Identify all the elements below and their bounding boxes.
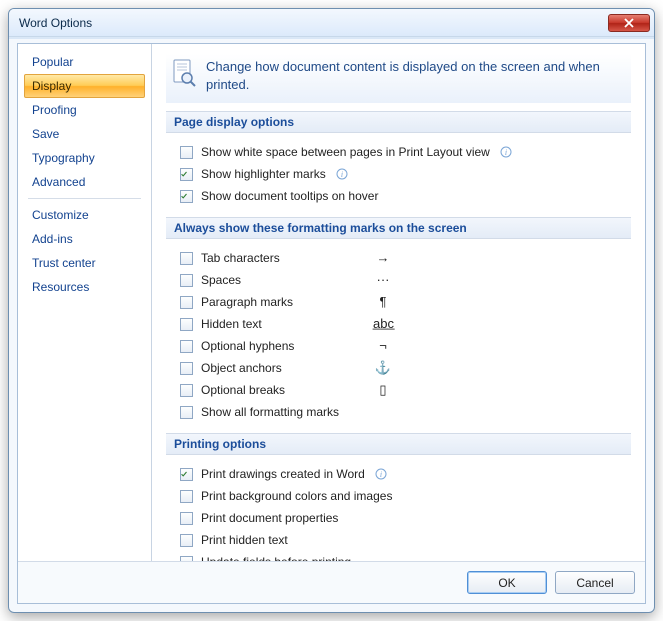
glyph-icon: ⚓ bbox=[373, 359, 393, 377]
option-label: Optional breaks bbox=[201, 381, 361, 399]
dialog-button-row: OK Cancel bbox=[18, 561, 645, 603]
sidebar-item-popular[interactable]: Popular bbox=[24, 50, 145, 74]
option-print-drawings-created-in-word: Print drawings created in Word i bbox=[180, 463, 627, 485]
option-label: Optional hyphens bbox=[201, 337, 361, 355]
sidebar-item-save[interactable]: Save bbox=[24, 122, 145, 146]
option-hidden-text: Hidden text a̲b̲c̲ bbox=[180, 313, 627, 335]
formatting-marks-options: Tab characters → Spaces ··· Paragraph marks ¶… bbox=[166, 247, 631, 427]
checkbox-show-all-formatting-marks[interactable] bbox=[180, 406, 193, 419]
option-print-background-colors-and-images: Print background colors and images bbox=[180, 485, 627, 507]
option-paragraph-marks: Paragraph marks ¶ bbox=[180, 291, 627, 313]
info-icon[interactable]: i bbox=[500, 146, 512, 158]
option-show-all-formatting-marks: Show all formatting marks bbox=[180, 401, 627, 423]
option-label: Hidden text bbox=[201, 315, 361, 333]
checkbox-object-anchors[interactable] bbox=[180, 362, 193, 375]
option-show-highlighter-marks: Show highlighter marks i bbox=[180, 163, 627, 185]
option-label: Show highlighter marks bbox=[201, 165, 326, 183]
content-panel: Change how document content is displayed… bbox=[152, 44, 645, 561]
body-row: PopularDisplayProofingSaveTypographyAdva… bbox=[18, 44, 645, 561]
sidebar-separator bbox=[28, 198, 141, 199]
sidebar-item-display[interactable]: Display bbox=[24, 74, 145, 98]
sidebar-item-typography[interactable]: Typography bbox=[24, 146, 145, 170]
window-title: Word Options bbox=[19, 16, 608, 30]
checkbox-show-document-tooltips-on-hover[interactable] bbox=[180, 190, 193, 203]
option-label: Object anchors bbox=[201, 359, 361, 377]
sidebar-item-trust-center[interactable]: Trust center bbox=[24, 251, 145, 275]
sidebar-item-advanced[interactable]: Advanced bbox=[24, 170, 145, 194]
option-optional-breaks: Optional breaks ▯ bbox=[180, 379, 627, 401]
checkbox-tab-characters[interactable] bbox=[180, 252, 193, 265]
document-magnifier-icon bbox=[170, 58, 196, 88]
section-head-page-display: Page display options bbox=[166, 111, 631, 133]
option-label: Show all formatting marks bbox=[201, 403, 361, 421]
glyph-icon: ¶ bbox=[373, 293, 393, 311]
svg-text:i: i bbox=[505, 148, 507, 157]
option-print-hidden-text: Print hidden text bbox=[180, 529, 627, 551]
checkbox-optional-hyphens[interactable] bbox=[180, 340, 193, 353]
checkbox-hidden-text[interactable] bbox=[180, 318, 193, 331]
section-head-formatting-marks: Always show these formatting marks on th… bbox=[166, 217, 631, 239]
option-update-fields-before-printing: Update fields before printing bbox=[180, 551, 627, 561]
option-label: Print drawings created in Word bbox=[201, 465, 365, 483]
option-label: Spaces bbox=[201, 271, 361, 289]
glyph-icon: a̲b̲c̲ bbox=[373, 315, 393, 333]
option-spaces: Spaces ··· bbox=[180, 269, 627, 291]
info-icon[interactable]: i bbox=[336, 168, 348, 180]
option-label: Print hidden text bbox=[201, 531, 288, 549]
option-label: Show document tooltips on hover bbox=[201, 187, 378, 205]
section-head-printing: Printing options bbox=[166, 433, 631, 455]
ok-button[interactable]: OK bbox=[467, 571, 547, 594]
glyph-icon: → bbox=[373, 249, 393, 267]
svg-text:i: i bbox=[341, 170, 343, 179]
cancel-button[interactable]: Cancel bbox=[555, 571, 635, 594]
option-label: Print background colors and images bbox=[201, 487, 392, 505]
sidebar-item-customize[interactable]: Customize bbox=[24, 203, 145, 227]
option-label: Paragraph marks bbox=[201, 293, 361, 311]
option-print-document-properties: Print document properties bbox=[180, 507, 627, 529]
option-show-document-tooltips-on-hover: Show document tooltips on hover bbox=[180, 185, 627, 207]
glyph-icon: ▯ bbox=[373, 381, 393, 399]
intro-text: Change how document content is displayed… bbox=[206, 58, 627, 93]
sidebar-item-proofing[interactable]: Proofing bbox=[24, 98, 145, 122]
checkbox-show-highlighter-marks[interactable] bbox=[180, 168, 193, 181]
option-tab-characters: Tab characters → bbox=[180, 247, 627, 269]
option-object-anchors: Object anchors ⚓ bbox=[180, 357, 627, 379]
info-icon[interactable]: i bbox=[375, 468, 387, 480]
option-show-white-space-between-pages-in-print-layout-view: Show white space between pages in Print … bbox=[180, 141, 627, 163]
checkbox-print-hidden-text[interactable] bbox=[180, 534, 193, 547]
checkbox-print-document-properties[interactable] bbox=[180, 512, 193, 525]
close-button[interactable] bbox=[608, 14, 650, 32]
intro-banner: Change how document content is displayed… bbox=[166, 54, 631, 103]
printing-options: Print drawings created in Word i Print bac… bbox=[166, 463, 631, 561]
option-label: Print document properties bbox=[201, 509, 338, 527]
checkbox-print-drawings-created-in-word[interactable] bbox=[180, 468, 193, 481]
sidebar-item-add-ins[interactable]: Add-ins bbox=[24, 227, 145, 251]
option-label: Tab characters bbox=[201, 249, 361, 267]
glyph-icon: ¬ bbox=[373, 337, 393, 355]
checkbox-optional-breaks[interactable] bbox=[180, 384, 193, 397]
sidebar-item-resources[interactable]: Resources bbox=[24, 275, 145, 299]
dialog-window: Word Options PopularDisplayProofingSaveT… bbox=[8, 8, 655, 613]
glyph-icon: ··· bbox=[373, 271, 393, 289]
checkbox-show-white-space-between-pages-in-print-layout-view[interactable] bbox=[180, 146, 193, 159]
option-optional-hyphens: Optional hyphens ¬ bbox=[180, 335, 627, 357]
option-label: Show white space between pages in Print … bbox=[201, 143, 490, 161]
titlebar: Word Options bbox=[9, 9, 654, 37]
option-label: Update fields before printing bbox=[201, 553, 351, 561]
checkbox-print-background-colors-and-images[interactable] bbox=[180, 490, 193, 503]
client-area: PopularDisplayProofingSaveTypographyAdva… bbox=[17, 43, 646, 604]
close-icon bbox=[624, 18, 634, 28]
page-display-options: Show white space between pages in Print … bbox=[166, 141, 631, 211]
checkbox-spaces[interactable] bbox=[180, 274, 193, 287]
checkbox-paragraph-marks[interactable] bbox=[180, 296, 193, 309]
svg-text:i: i bbox=[380, 470, 382, 479]
category-sidebar: PopularDisplayProofingSaveTypographyAdva… bbox=[18, 44, 152, 561]
